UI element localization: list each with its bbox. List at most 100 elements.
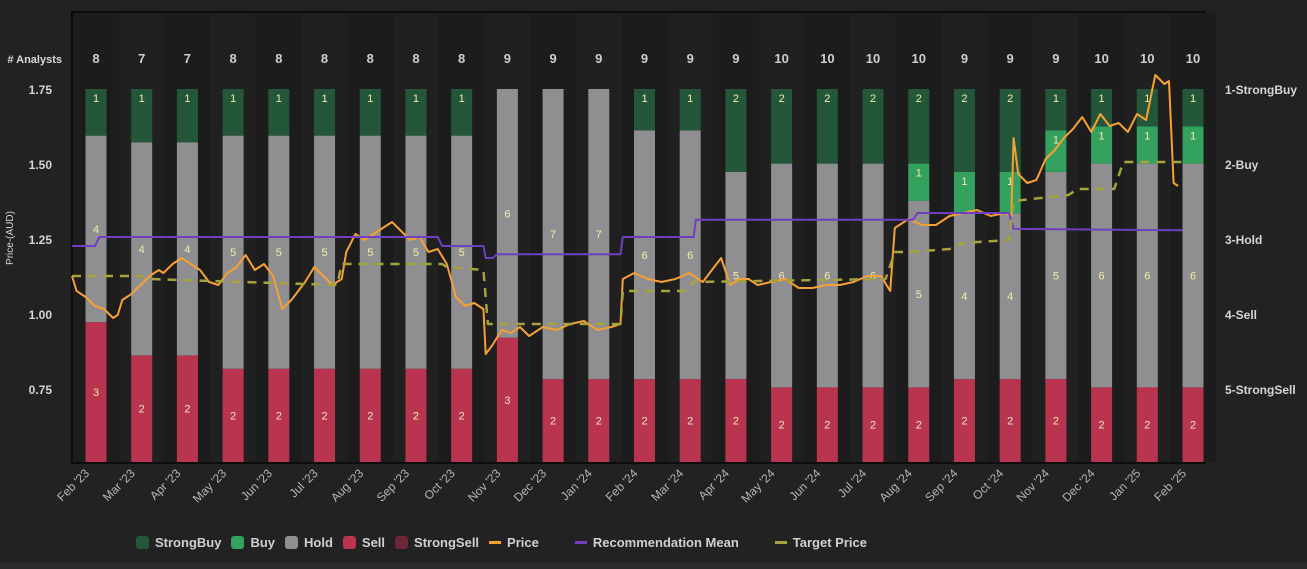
- analyst-count: 10: [866, 51, 880, 66]
- analyst-count: 10: [820, 51, 834, 66]
- x-tick-label: Feb '25: [1151, 466, 1189, 504]
- analyst-count: 8: [367, 51, 374, 66]
- bar-value-label: 1: [961, 176, 967, 188]
- bar-value-label: 1: [1190, 130, 1196, 142]
- x-tick-label: Aug '23: [328, 466, 367, 505]
- bar-value-label: 2: [641, 416, 647, 428]
- bar-value-label: 5: [321, 247, 327, 259]
- x-tick-label: May '23: [190, 466, 230, 506]
- bar-value-label: 5: [230, 247, 236, 259]
- bar-value-label: 1: [1099, 130, 1105, 142]
- bar-value-label: 2: [733, 93, 739, 105]
- analyst-count: 8: [92, 51, 99, 66]
- legend-swatch-icon: [342, 536, 356, 549]
- bar-value-label: 5: [459, 247, 465, 259]
- bar-value-label: 1: [687, 93, 693, 105]
- bar-value-label: 1: [459, 93, 465, 105]
- bar-value-label: 2: [916, 93, 922, 105]
- bar-value-label: 2: [870, 93, 876, 105]
- x-tick-label: Feb '24: [603, 466, 641, 504]
- analyst-chart: 3 4 1 2 4 1 2 4 1 2 5 1 2 5 1 2 5 1 2 5 1 2 5 1 2 5 1 3 6 2 7 2 7 2 6 1 2 6 1 2…: [5, 11, 1297, 506]
- bar-value-label: 1: [1190, 93, 1196, 105]
- bar-value-label: 2: [779, 420, 785, 432]
- x-tick-label: Nov '23: [465, 466, 504, 505]
- legend-label: Target Price: [792, 535, 867, 550]
- bar-value-label: 2: [1007, 416, 1013, 428]
- bar-value-label: 2: [459, 410, 465, 422]
- x-tick-label: Jul '23: [287, 466, 321, 500]
- bar-value-label: 2: [870, 420, 876, 432]
- bar-value-label: 2: [1144, 420, 1150, 432]
- legend-line-icon: [489, 541, 502, 544]
- bar-value-label: 1: [230, 93, 236, 105]
- analyst-count: 8: [458, 51, 465, 66]
- legend-line-icon: [574, 541, 587, 544]
- bar-value-label: 2: [733, 416, 739, 428]
- bar-value-label: 4: [139, 244, 145, 256]
- right-tick-label: 5-StrongSell: [1225, 383, 1296, 397]
- bar-value-label: 4: [184, 244, 190, 256]
- bar-value-label: 1: [367, 93, 373, 105]
- bar-value-label: 2: [413, 410, 419, 422]
- bar-value-label: 2: [550, 416, 556, 428]
- bar-value-label: 5: [916, 289, 922, 301]
- legend-swatch-icon: [395, 536, 409, 549]
- right-tick-label: 1-StrongBuy: [1225, 83, 1297, 97]
- analyst-count: 8: [321, 51, 328, 66]
- bar-value-label: 1: [184, 93, 190, 105]
- bar-value-label: 2: [367, 410, 373, 422]
- bar-value-label: 6: [1099, 271, 1105, 283]
- bar-value-label: 1: [413, 93, 419, 105]
- bar-value-label: 2: [961, 416, 967, 428]
- bar-value-label: 2: [321, 410, 327, 422]
- bar-value-label: 1: [93, 93, 99, 105]
- right-tick-label: 3-Hold: [1225, 233, 1262, 247]
- x-tick-label: May '24: [738, 466, 778, 506]
- legend-item-strongsell[interactable]: StrongSell: [395, 535, 479, 550]
- legend-label: StrongBuy: [155, 535, 222, 550]
- analyst-count: 7: [138, 51, 145, 66]
- legend-item-buy[interactable]: Buy: [231, 535, 275, 550]
- analyst-count: 9: [1007, 51, 1014, 66]
- bar-value-label: 4: [1007, 291, 1013, 303]
- bar-value-label: 6: [641, 250, 647, 262]
- legend-item-sell[interactable]: Sell: [342, 535, 385, 550]
- x-tick-label: Feb '23: [54, 466, 92, 504]
- right-tick-label: 2-Buy: [1225, 158, 1259, 172]
- bar-value-label: 1: [641, 93, 647, 105]
- bar-value-label: 5: [413, 247, 419, 259]
- bar-value-label: 3: [504, 395, 510, 407]
- legend-item-hold[interactable]: Hold: [285, 535, 333, 550]
- legend-label: Buy: [250, 535, 276, 550]
- analyst-count: 9: [504, 51, 511, 66]
- bar-value-label: 2: [824, 93, 830, 105]
- legend-item-strongbuy[interactable]: StrongBuy: [136, 535, 221, 550]
- x-tick-label: Sep '24: [922, 466, 961, 505]
- x-tick-label: Jan '25: [1106, 466, 1143, 503]
- bar-value-label: 4: [93, 224, 99, 236]
- analyst-count: 7: [184, 51, 191, 66]
- analyst-count: 9: [641, 51, 648, 66]
- bar-value-label: 4: [961, 291, 967, 303]
- analyst-count: 9: [595, 51, 602, 66]
- bar-value-label: 6: [687, 250, 693, 262]
- bar-value-label: 2: [230, 410, 236, 422]
- bar-value-label: 5: [367, 247, 373, 259]
- x-tick-label: Dec '23: [511, 466, 550, 505]
- analyst-count: 9: [732, 51, 739, 66]
- bar-value-label: 2: [276, 410, 282, 422]
- bar-value-label: 6: [1190, 271, 1196, 283]
- analyst-count: 10: [1186, 51, 1200, 66]
- x-tick-label: Oct '24: [970, 466, 1007, 503]
- legend-item-target-price[interactable]: Target Price: [774, 535, 867, 550]
- legend-item-price[interactable]: Price: [489, 535, 539, 550]
- analyst-count: 10: [1140, 51, 1154, 66]
- bar-value-label: 1: [1144, 130, 1150, 142]
- bar-value-label: 1: [1053, 93, 1059, 105]
- bar-value-label: 6: [504, 208, 510, 220]
- bar-value-label: 2: [1099, 420, 1105, 432]
- x-tick-label: Oct '23: [421, 466, 458, 503]
- legend-item-recommendation-mean[interactable]: Recommendation Mean: [574, 535, 739, 550]
- bar-value-label: 2: [961, 93, 967, 105]
- bar-value-label: 2: [139, 404, 145, 416]
